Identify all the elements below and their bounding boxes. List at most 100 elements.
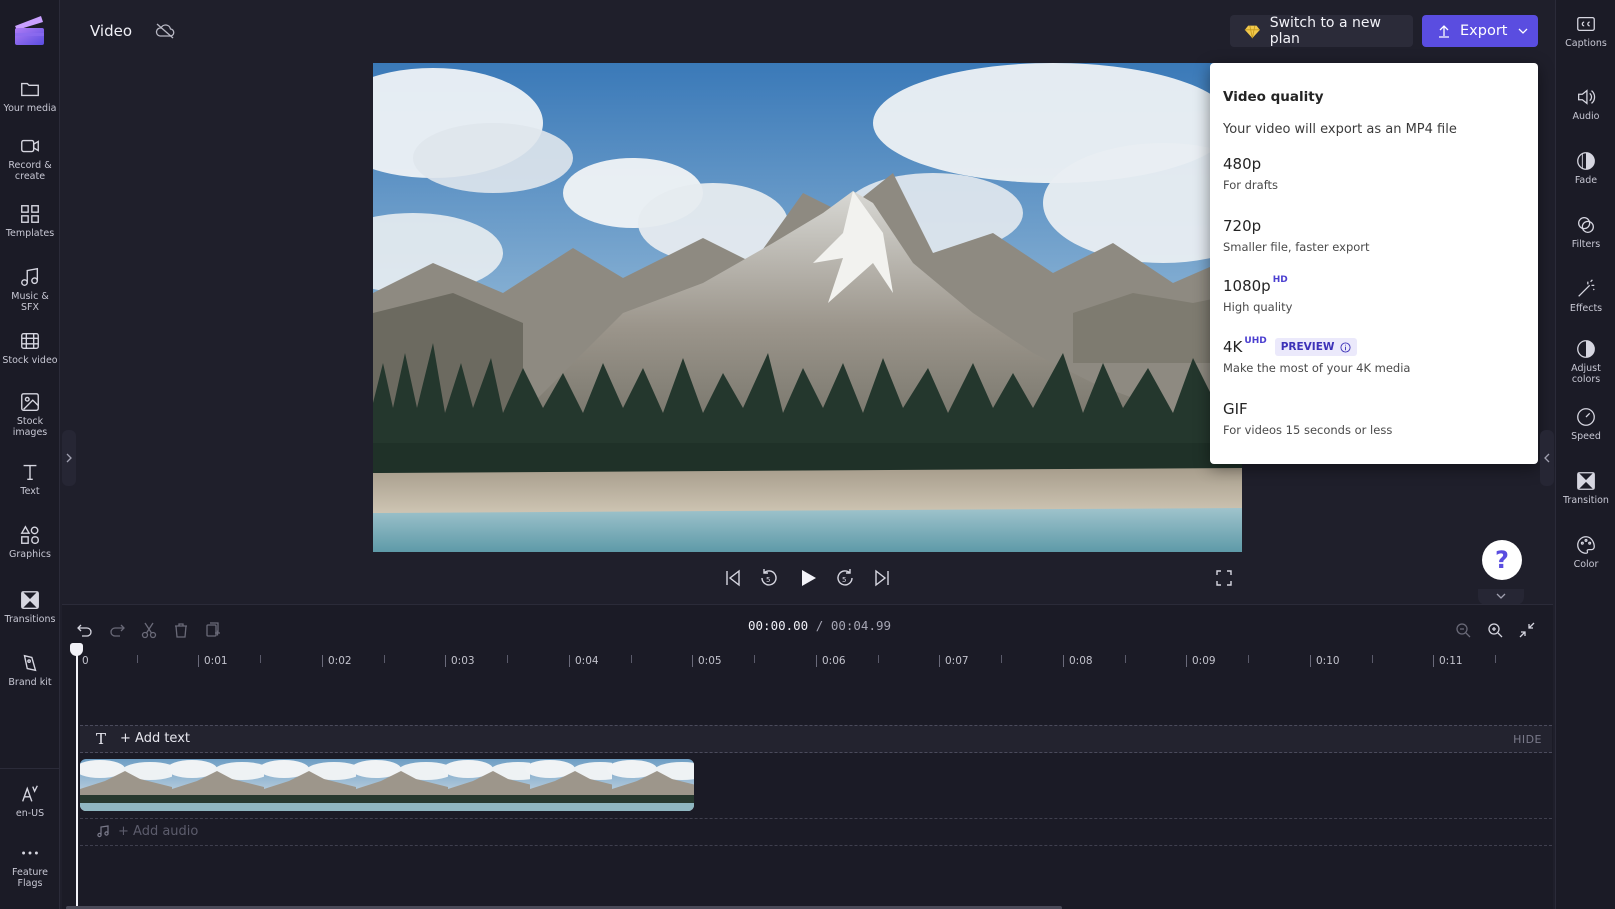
video-preview[interactable]	[373, 63, 1242, 552]
rewind-5s-button[interactable]: 5	[758, 567, 780, 589]
nav-effects[interactable]: Effects	[1556, 278, 1615, 314]
collapse-timeline-toggle[interactable]	[1478, 589, 1524, 605]
nav-your-media[interactable]: Your media	[0, 78, 60, 114]
nav-adjust-colors[interactable]: Adjust colors	[1556, 338, 1615, 385]
uhd-badge: UHD	[1244, 336, 1267, 346]
nav-transitions[interactable]: Transitions	[0, 589, 60, 625]
help-label: ?	[1495, 546, 1509, 574]
nav-speed[interactable]: Speed	[1556, 406, 1615, 442]
nav-brand-kit[interactable]: Brand kit	[0, 652, 60, 688]
nav-templates[interactable]: Templates	[0, 203, 60, 239]
nav-language[interactable]: en-US	[0, 783, 60, 819]
quality-option-gif[interactable]: GIF For videos 15 seconds or less	[1223, 400, 1523, 437]
chevron-down-icon	[1496, 593, 1506, 599]
fullscreen-button[interactable]	[1213, 567, 1235, 589]
quality-desc: For videos 15 seconds or less	[1223, 423, 1393, 437]
nav-label: en-US	[15, 808, 45, 819]
nav-stock-video[interactable]: Stock video	[0, 330, 60, 366]
upload-icon	[1439, 25, 1449, 38]
hide-track-button[interactable]: HIDE	[1513, 733, 1542, 746]
sidebar-divider	[0, 768, 60, 769]
right-panel-toggle[interactable]	[1540, 430, 1554, 486]
nav-fade[interactable]: Fade	[1556, 150, 1615, 186]
undo-button[interactable]	[76, 621, 96, 641]
redo-button[interactable]	[108, 621, 128, 641]
quality-option-4k[interactable]: 4K UHD PREVIEW Make the most of your 4K m…	[1223, 336, 1523, 375]
film-icon	[21, 332, 39, 350]
cloud-off-icon[interactable]	[155, 22, 175, 40]
skip-to-end-button[interactable]	[871, 567, 893, 589]
redo-icon	[110, 624, 125, 637]
nav-label: Effects	[1569, 303, 1603, 314]
nav-stock-images[interactable]: Stock images	[0, 391, 60, 438]
nav-record-create[interactable]: Record & create	[0, 135, 60, 182]
split-button[interactable]	[140, 621, 160, 641]
tick-label: 0:07	[945, 655, 969, 667]
skip-forward-icon	[875, 569, 889, 587]
delete-button[interactable]	[172, 621, 192, 641]
nav-label: Feature Flags	[12, 867, 48, 889]
tick-minor	[384, 655, 385, 663]
left-panel-toggle[interactable]	[62, 430, 76, 486]
export-button[interactable]: Export	[1422, 15, 1538, 47]
nav-label: Audio	[1572, 111, 1600, 122]
tick-label: 0:03	[451, 655, 475, 667]
info-icon[interactable]	[1340, 341, 1351, 353]
playhead-handle[interactable]	[70, 643, 83, 656]
nav-label: Transitions	[4, 614, 56, 625]
nav-text[interactable]: Text	[0, 461, 60, 497]
nav-filters[interactable]: Filters	[1556, 214, 1615, 250]
audio-track[interactable]: + Add audio	[80, 818, 1552, 846]
camera-icon	[21, 139, 39, 153]
quality-option-720p[interactable]: 720p Smaller file, faster export	[1223, 217, 1523, 254]
playhead[interactable]	[76, 645, 78, 909]
duplicate-button[interactable]	[204, 621, 224, 641]
tick-minor	[137, 655, 138, 663]
nav-transition[interactable]: Transition	[1556, 470, 1615, 506]
text-track[interactable]: T + Add text HIDE	[80, 725, 1552, 753]
zoom-in-button[interactable]	[1486, 621, 1506, 641]
hd-badge: HD	[1272, 275, 1288, 285]
nav-captions[interactable]: Captions	[1556, 13, 1615, 49]
scissors-icon	[141, 622, 157, 639]
help-button[interactable]: ?	[1482, 540, 1522, 580]
play-button[interactable]	[797, 567, 819, 589]
nav-label: Color	[1573, 559, 1599, 570]
nav-feature-flags[interactable]: Feature Flags	[0, 842, 60, 889]
more-icon	[22, 851, 38, 855]
tick-minor	[260, 655, 261, 663]
nav-label: Transition	[1563, 495, 1609, 506]
tick-major	[939, 655, 940, 667]
project-title[interactable]: Video	[90, 22, 132, 40]
fit-timeline-button[interactable]	[1518, 621, 1538, 641]
menu-subheading: Your video will export as an MP4 file	[1223, 122, 1457, 137]
tick-label: 0:04	[575, 655, 599, 667]
nav-graphics[interactable]: Graphics	[0, 524, 60, 560]
add-audio-button[interactable]: + Add audio	[118, 824, 198, 839]
tick-minor	[1125, 655, 1126, 663]
add-text-button[interactable]: + Add text	[120, 731, 190, 746]
nav-music-sfx[interactable]: Music & SFX	[0, 266, 60, 313]
quality-option-1080p[interactable]: 1080p HD High quality	[1223, 275, 1523, 314]
svg-text:5: 5	[842, 576, 846, 584]
switch-plan-button[interactable]: Switch to a new plan	[1230, 15, 1413, 47]
quality-name: 480p	[1223, 155, 1262, 173]
zoom-out-button[interactable]	[1454, 621, 1474, 641]
forward-5s-button[interactable]: 5	[834, 567, 856, 589]
nav-audio[interactable]: Audio	[1556, 86, 1615, 122]
quality-option-480p[interactable]: 480p For drafts	[1223, 155, 1523, 192]
chevron-right-icon	[66, 453, 72, 463]
time-ruler[interactable]: 0 0:01 0:02 0:03 0:04 0:05 0:06 0:07 0:0…	[80, 645, 1550, 670]
tick-label: 0:05	[698, 655, 722, 667]
skip-to-start-button[interactable]	[722, 567, 744, 589]
text-icon: T	[96, 730, 107, 748]
tick-label: 0:08	[1069, 655, 1093, 667]
text-icon	[23, 464, 37, 481]
tick-label: 0	[82, 655, 89, 667]
nav-color[interactable]: Color	[1556, 534, 1615, 570]
tick-major	[1310, 655, 1311, 667]
video-clip[interactable]	[80, 759, 694, 811]
nav-label: Graphics	[9, 549, 51, 560]
tick-label: 0:11	[1439, 655, 1463, 667]
timeline-panel: 00:00.00 / 00:04.99 0 0:01 0:02 0:03 0:0…	[62, 604, 1553, 909]
